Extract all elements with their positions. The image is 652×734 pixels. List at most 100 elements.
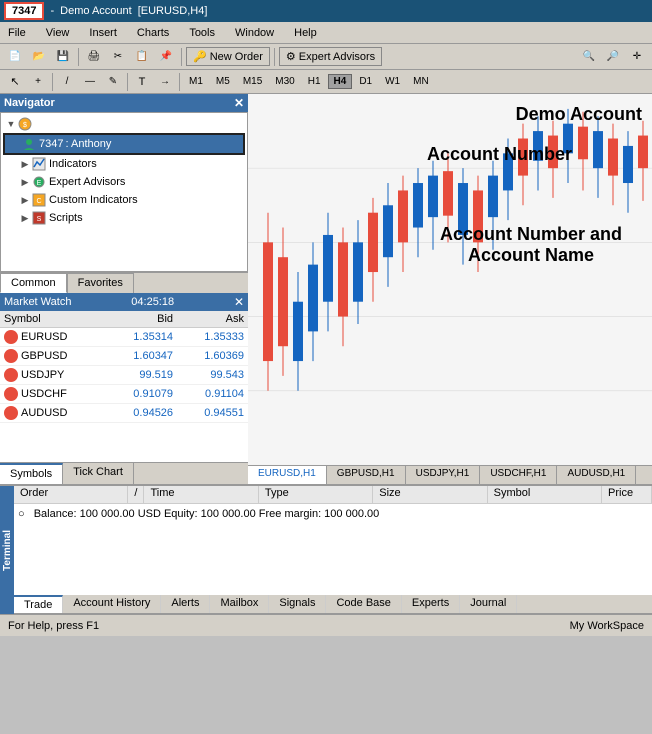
menu-tools[interactable]: Tools [185, 25, 219, 41]
tf-h4[interactable]: H4 [328, 74, 353, 89]
symbol-usdchf: USDCHF [0, 385, 106, 404]
balance-text: Balance: 100 000.00 USD Equity: 100 000.… [34, 508, 380, 520]
mw-tab-tick[interactable]: Tick Chart [63, 463, 134, 484]
terminal-col-slash: / [128, 486, 144, 503]
toolbar-new[interactable]: 📄 [4, 46, 26, 68]
table-row[interactable]: AUDUSD 0.94526 0.94551 [0, 404, 248, 423]
tf-w1[interactable]: W1 [379, 74, 406, 89]
nav-tab-favorites[interactable]: Favorites [67, 273, 134, 293]
navigator-close-button[interactable]: ✕ [234, 96, 244, 110]
menu-file[interactable]: File [4, 25, 30, 41]
new-order-label: New Order [210, 51, 263, 63]
title-pair: [EURUSD,H4] [138, 5, 208, 17]
tf-mn[interactable]: MN [407, 74, 435, 89]
tf-m5[interactable]: M5 [210, 74, 236, 89]
toolbar-zoom-out[interactable]: 🔎 [602, 46, 624, 68]
nav-tab-common[interactable]: Common [0, 273, 67, 293]
bid-eurusd: 1.35314 [106, 328, 177, 347]
table-row[interactable]: USDCHF 0.91079 0.91104 [0, 385, 248, 404]
svg-text:$: $ [23, 122, 27, 129]
toolbar-cut[interactable]: ✂ [107, 46, 129, 68]
svg-text:C: C [36, 198, 41, 205]
table-row[interactable]: USDJPY 99.519 99.543 [0, 366, 248, 385]
new-order-button[interactable]: 🔑 New Order [186, 47, 270, 66]
nav-custom-indicators[interactable]: ▶ C Custom Indicators [3, 191, 245, 209]
nav-account-name: : Anthony [65, 138, 111, 150]
market-watch-title: Market Watch 04:25:18 ✕ [0, 293, 248, 311]
mw-tab-symbols[interactable]: Symbols [0, 463, 63, 484]
market-watch-close[interactable]: ✕ [234, 295, 244, 309]
tf-line-tool[interactable]: / [56, 71, 78, 93]
terminal-tab-mailbox[interactable]: Mailbox [210, 595, 269, 613]
menu-insert[interactable]: Insert [85, 25, 121, 41]
toolbar-open[interactable]: 📂 [28, 46, 50, 68]
expert-advisors-button[interactable]: ⚙ Expert Advisors [279, 47, 382, 66]
market-watch-label: Market Watch [4, 296, 71, 308]
terminal-vertical-label[interactable]: Terminal [0, 486, 14, 614]
balance-indicator: ○ [18, 508, 25, 520]
svg-text:S: S [37, 216, 42, 223]
tf-select-tool[interactable]: ↖ [4, 71, 26, 93]
tf-m30[interactable]: M30 [269, 74, 300, 89]
nav-scripts[interactable]: ▶ S Scripts [3, 209, 245, 227]
menu-help[interactable]: Help [290, 25, 321, 41]
col-bid: Bid [106, 311, 177, 328]
terminal-tab-alerts[interactable]: Alerts [161, 595, 210, 613]
nav-scripts-label: Scripts [49, 212, 83, 224]
navigator-tabs: Common Favorites [0, 272, 248, 293]
menu-view[interactable]: View [42, 25, 74, 41]
bid-usdchf: 0.91079 [106, 385, 177, 404]
terminal-tab-trade[interactable]: Trade [14, 595, 63, 613]
status-left: For Help, press F1 [8, 620, 99, 632]
table-row[interactable]: EURUSD 1.35314 1.35333 [0, 328, 248, 347]
terminal-tab-signals[interactable]: Signals [269, 595, 326, 613]
toolbar-crosshair[interactable]: ✛ [626, 46, 648, 68]
terminal-tab-codebase[interactable]: Code Base [326, 595, 401, 613]
tf-d1[interactable]: D1 [353, 74, 378, 89]
chart-tab-usdchf[interactable]: USDCHF,H1 [480, 466, 557, 484]
tf-arrow-tool[interactable]: → [154, 71, 176, 93]
nav-expert-advisors[interactable]: ▶ E Expert Advisors [3, 173, 245, 191]
tf-m15[interactable]: M15 [237, 74, 268, 89]
terminal-tab-journal[interactable]: Journal [460, 595, 517, 613]
col-symbol: Symbol [0, 311, 106, 328]
toolbar-copy[interactable]: 📋 [131, 46, 153, 68]
timeframe-toolbar: ↖ + / — ✎ T → M1 M5 M15 M30 H1 H4 D1 W1 … [0, 70, 652, 94]
toolbar-sep2 [181, 48, 182, 66]
chart-area: Demo Account Account Number Account Numb… [248, 94, 652, 484]
main-toolbar: 📄 📂 💾 🖨 ✂ 📋 📌 🔑 New Order ⚙ Expert Advis… [0, 44, 652, 70]
tf-draw-tool[interactable]: ✎ [102, 71, 124, 93]
nav-root[interactable]: ▼ $ [3, 115, 245, 133]
nav-account-number: 7347 [39, 138, 63, 150]
custom-indicators-icon: C [31, 192, 47, 208]
tf-crosshair-tool[interactable]: + [27, 71, 49, 93]
nav-indicators[interactable]: ▶ Indicators [3, 155, 245, 173]
nav-indicators-label: Indicators [49, 158, 97, 170]
terminal-tab-experts[interactable]: Experts [402, 595, 460, 613]
chart-tab-eurusd[interactable]: EURUSD,H1 [248, 466, 327, 484]
tf-m1[interactable]: M1 [183, 74, 209, 89]
tf-hline-tool[interactable]: — [79, 71, 101, 93]
menu-charts[interactable]: Charts [133, 25, 173, 41]
expand-indicators-icon: ▶ [19, 158, 31, 170]
tf-text-tool[interactable]: T [131, 71, 153, 93]
terminal-col-order: Order [14, 486, 128, 503]
chart-svg [248, 94, 652, 465]
toolbar-print[interactable]: 🖨 [83, 46, 105, 68]
menu-bar: File View Insert Charts Tools Window Hel… [0, 22, 652, 44]
title-bar: 7347 - Demo Account [EURUSD,H4] [0, 0, 652, 22]
nav-account-item[interactable]: 7347 : Anthony [3, 133, 245, 155]
tf-h1[interactable]: H1 [302, 74, 327, 89]
menu-window[interactable]: Window [231, 25, 278, 41]
chart-tab-gbpusd[interactable]: GBPUSD,H1 [327, 466, 406, 484]
toolbar-zoom-in[interactable]: 🔍 [578, 46, 600, 68]
chart-tab-usdjpy[interactable]: USDJPY,H1 [406, 466, 481, 484]
left-panel: Navigator ✕ ▼ $ 7347 : Anthony [0, 94, 248, 484]
chart-tab-audusd[interactable]: AUDUSD,H1 [557, 466, 636, 484]
terminal-tabs: Trade Account History Alerts Mailbox Sig… [14, 595, 652, 614]
toolbar-save[interactable]: 💾 [52, 46, 74, 68]
toolbar-paste[interactable]: 📌 [155, 46, 177, 68]
scripts-icon: S [31, 210, 47, 226]
terminal-tab-account-history[interactable]: Account History [63, 595, 161, 613]
table-row[interactable]: GBPUSD 1.60347 1.60369 [0, 347, 248, 366]
